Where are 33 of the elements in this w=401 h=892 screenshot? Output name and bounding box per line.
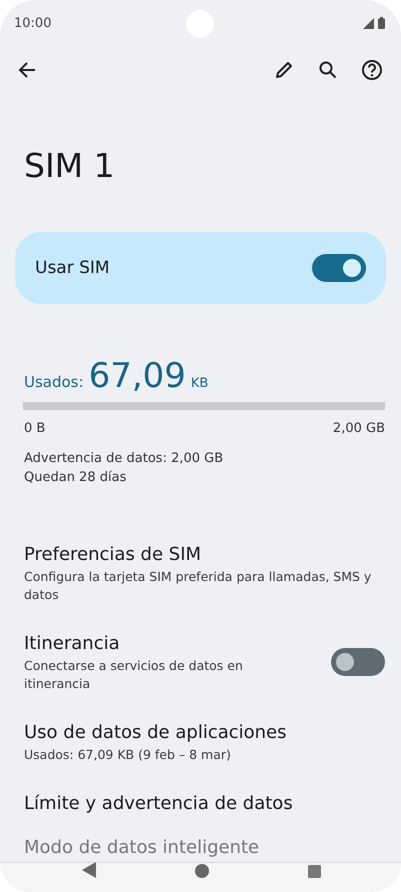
usage-label: Usados: bbox=[24, 373, 84, 391]
setting-item[interactable]: Itinerancia Conectarse a servicios de datos en itinerancia bbox=[24, 623, 385, 701]
usage-amount: 67,09 bbox=[88, 356, 186, 396]
switch-label: Usar SIM bbox=[35, 258, 111, 278]
setting-title: Límite y advertencia de datos bbox=[24, 792, 294, 816]
pencil-icon bbox=[274, 60, 294, 80]
setting-title: Itinerancia bbox=[24, 632, 121, 656]
use-sim-card[interactable]: Usar SIM bbox=[15, 232, 386, 304]
remaining-text: Quedan 28 días bbox=[24, 469, 128, 487]
status-time: 10:00 bbox=[14, 16, 52, 30]
warning-text: Advertencia de datos: 2,00 GB bbox=[24, 450, 224, 468]
setting-subtitle: Conectarse a servicios de datos en itinerancia bbox=[24, 657, 244, 693]
setting-item[interactable]: Límite y advertencia de datos bbox=[24, 783, 385, 825]
help-icon bbox=[361, 59, 383, 81]
back-nav-icon[interactable] bbox=[82, 862, 96, 878]
setting-subtitle: Configura la tarjeta SIM preferida para llamadas, SMS y datos bbox=[24, 568, 372, 604]
min-label: 0 B bbox=[24, 421, 46, 436]
toggle-switch[interactable] bbox=[331, 648, 385, 676]
home-nav-icon[interactable] bbox=[195, 864, 209, 878]
max-label: 2,00 GB bbox=[332, 421, 385, 436]
usage-unit: KB bbox=[190, 376, 208, 391]
back-arrow-icon bbox=[18, 61, 36, 79]
page-title: SIM 1 bbox=[24, 145, 115, 187]
setting-title: Preferencias de SIM bbox=[24, 543, 202, 567]
battery-icon bbox=[378, 17, 385, 29]
toggle-switch[interactable] bbox=[312, 254, 366, 282]
setting-subtitle: Usados: 67,09 KB (9 feb – 8 mar) bbox=[24, 746, 232, 764]
setting-title: Modo de datos inteligente bbox=[24, 838, 260, 858]
setting-item[interactable]: Preferencias de SIM Configura la tarjeta SIM preferida para llamadas, SMS y datos bbox=[24, 534, 385, 612]
setting-item[interactable]: Uso de datos de aplicaciones Usados: 67,09 KB (9 feb – 8 mar) bbox=[24, 712, 385, 772]
search-icon bbox=[318, 60, 338, 80]
setting-title: Uso de datos de aplicaciones bbox=[24, 721, 288, 745]
signal-icon bbox=[363, 18, 374, 29]
